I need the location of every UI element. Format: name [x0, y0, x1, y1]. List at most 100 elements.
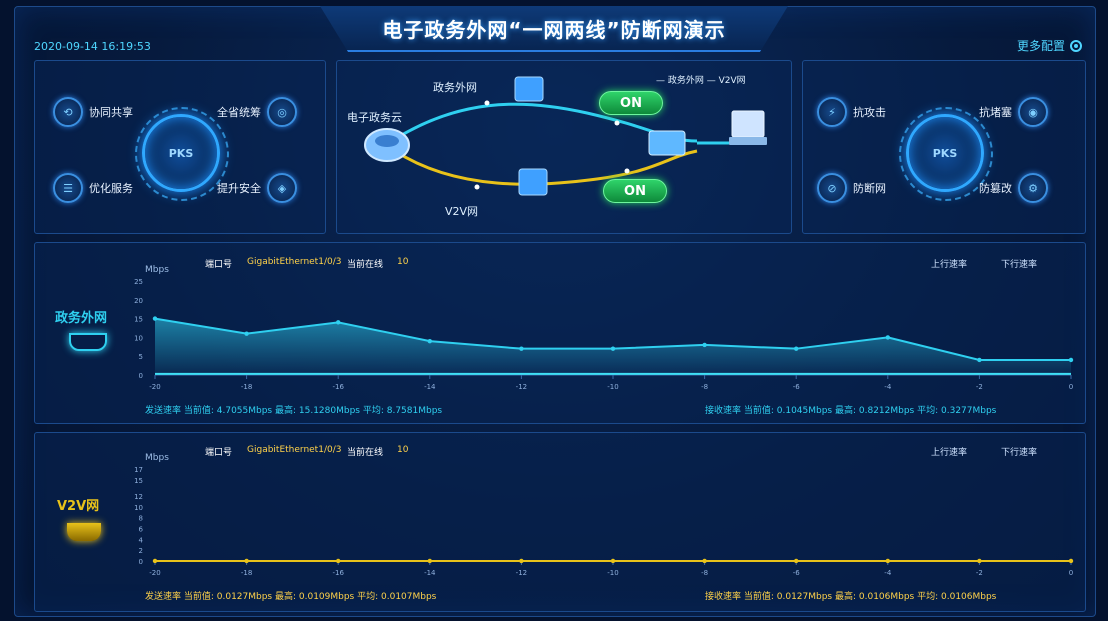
chart2-xtick: -20 [149, 569, 160, 577]
chart-panel-1: 政务外网 端口号 GigabitEthernet1/0/3 当前在线 10 上行… [34, 242, 1086, 424]
chart1-xtick: -14 [424, 383, 436, 391]
topology-diagram [364, 76, 767, 196]
chart2-ytick: 15 [134, 477, 143, 485]
page-title: 电子政务外网“一网两线”防断网演示 [382, 18, 726, 42]
chart2-xtick: -4 [884, 569, 892, 577]
pks-hub-left-label: PKS [168, 146, 194, 160]
pks-hub-left: PKS [142, 114, 220, 192]
terminal-node [731, 110, 765, 138]
chart2-point [794, 558, 799, 564]
upper-status-toggle[interactable]: ON [599, 91, 663, 115]
chart1-ytick: 0 [139, 372, 143, 380]
chart2-point [244, 558, 249, 564]
topology-legend: — 政务外网 — V2V网 [656, 76, 746, 86]
attack-icon: ⚡ [817, 97, 847, 127]
lower-line-label: V2V网 [445, 205, 479, 218]
feature-attack[interactable]: ⚡ 抗攻击 [817, 97, 886, 127]
chart2-xtick: 0 [1069, 569, 1073, 577]
chart2-xtick: -8 [701, 569, 708, 577]
feature-service[interactable]: ☰ 优化服务 [53, 173, 133, 203]
chart1-recv-stats: 接收速率 当前值: 0.1045Mbps 最高: 0.8212Mbps 平均: … [705, 406, 997, 416]
feature-tamper[interactable]: 防篡改 ⚙ [979, 173, 1048, 203]
chart1-ytick: 10 [134, 334, 143, 342]
chart1-point [244, 331, 249, 336]
pks-hub-right-label: PKS [932, 146, 958, 160]
share-icon: ⟲ [53, 97, 83, 127]
gear-icon [1070, 39, 1082, 52]
chart1-point [702, 342, 707, 348]
feature-network-label: 全省统筹 [217, 106, 261, 119]
chart2-xtick: -12 [516, 569, 527, 577]
switch-node [648, 130, 686, 156]
settings-button[interactable]: 更多配置 [1017, 37, 1082, 54]
chart1-xtick: -4 [884, 383, 892, 391]
chart2-ytick: 6 [139, 526, 144, 534]
chart2-point [885, 558, 890, 564]
datetime-readout: 2020-09-14 16:19:53 [34, 40, 151, 53]
chart1-plot: 0510152025-20 -18 -16 -14 -12 -10 -8 -6 -4 -2 0 [134, 278, 1074, 391]
chart2-ytick: 2 [139, 547, 143, 555]
chart1-xtick: -12 [516, 383, 527, 391]
lower-status-toggle[interactable]: ON [603, 179, 667, 203]
feature-share[interactable]: ⟲ 协同共享 [53, 97, 133, 127]
lower-router-node [518, 168, 548, 196]
feature-congestion-label: 抗堵塞 [979, 106, 1012, 119]
chart1-xtick: -8 [701, 383, 708, 391]
chart2-xtick: -14 [424, 569, 436, 577]
chart2-point [427, 558, 432, 564]
disconnect-icon: ⊘ [817, 173, 847, 203]
chart1-xtick: -18 [241, 383, 252, 391]
network-icon: ◎ [267, 97, 297, 127]
chart1-point [519, 346, 524, 351]
upper-router-node [514, 76, 544, 102]
terminal-base [729, 137, 767, 145]
upper-line-label: 政务外网 [433, 81, 477, 94]
tamper-icon: ⚙ [1018, 173, 1048, 203]
chart2-xtick: -6 [793, 569, 801, 577]
feature-disconnect[interactable]: ⊘ 防断网 [817, 173, 886, 203]
chart2-xtick: -10 [607, 569, 618, 577]
service-icon: ☰ [53, 173, 83, 203]
chart1-point [152, 316, 158, 321]
chart2-ytick: 10 [134, 504, 143, 512]
chart2-xtick: -18 [241, 569, 252, 577]
feature-congestion[interactable]: 抗堵塞 ◉ [979, 97, 1048, 127]
feature-network[interactable]: 全省统筹 ◎ [217, 97, 297, 127]
congestion-icon: ◉ [1018, 97, 1048, 127]
chart1-xtick: -6 [793, 383, 801, 391]
chart2-point [977, 558, 982, 564]
chart-panel-2: V2V网 端口号 GigabitEthernet1/0/3 当前在线 10 上行… [34, 432, 1086, 612]
chart1-send-stats: 发送速率 当前值: 4.7055Mbps 最高: 15.1280Mbps 平均:… [145, 406, 443, 416]
chart2-point [519, 558, 524, 564]
chart1-xtick: -2 [976, 383, 983, 391]
topology-panel: 电子政务云 政务外网 V2V网 ON ON [336, 60, 792, 234]
chart1-point [977, 357, 982, 363]
chart1-xtick: -16 [332, 383, 344, 391]
chart2-ytick: 8 [139, 515, 143, 523]
chart2-point [152, 558, 158, 564]
feature-security[interactable]: 提升安全 ◈ [217, 173, 297, 203]
chart2-point [702, 558, 707, 564]
chart2-ytick: 4 [139, 536, 144, 544]
chart2-xtick: -2 [976, 569, 983, 577]
feature-share-label: 协同共享 [89, 106, 133, 119]
chart1-ytick: 25 [134, 278, 143, 286]
cloud-label: 电子政务云 [347, 111, 402, 124]
chart1-point [610, 346, 616, 351]
chart2-send-stats: 发送速率 当前值: 0.0127Mbps 最高: 0.0109Mbps 平均: … [145, 592, 437, 602]
chart1-ytick: 5 [139, 353, 143, 361]
chart1-point [1068, 357, 1074, 363]
chart2-point [1068, 558, 1074, 564]
chart2-recv-stats: 接收速率 当前值: 0.0127Mbps 最高: 0.0106Mbps 平均: … [705, 592, 997, 602]
shield-icon: ◈ [267, 173, 297, 203]
chart2-ytick: 17 [134, 466, 143, 474]
chart1-ytick: 15 [134, 316, 143, 324]
settings-label: 更多配置 [1016, 39, 1065, 53]
chart1-xtick: 0 [1069, 383, 1073, 391]
chart1-point [336, 320, 341, 325]
feature-tamper-label: 防篡改 [979, 182, 1012, 195]
feature-service-label: 优化服务 [89, 182, 133, 195]
features-panel-right: PKS ⚡ 抗攻击 抗堵塞 ◉ ⊘ 防断网 防篡改 ⚙ [802, 60, 1086, 234]
cloud-node-top [375, 135, 399, 147]
chart2-ytick: 12 [134, 493, 143, 501]
